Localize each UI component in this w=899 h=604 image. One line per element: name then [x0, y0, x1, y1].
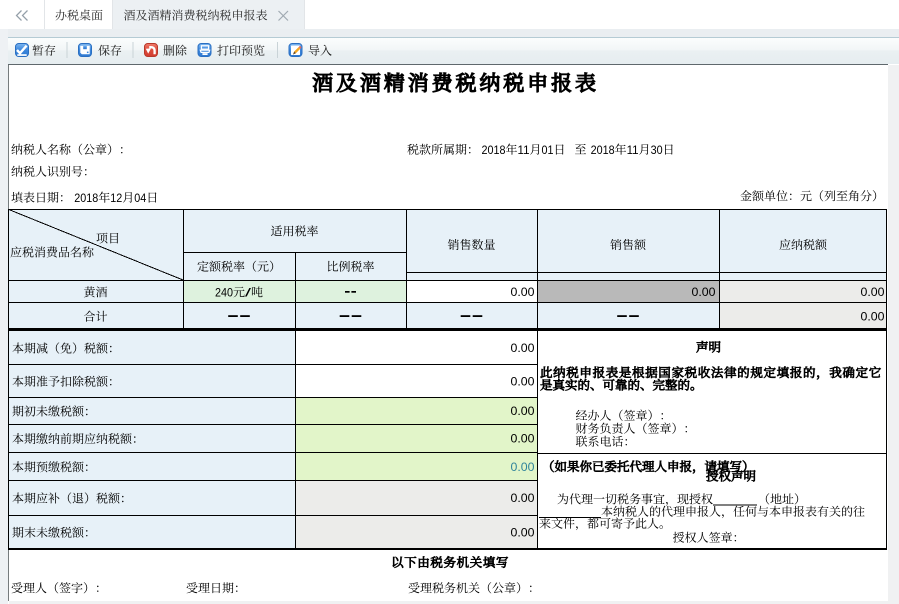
svg-text:0.00: 0.00	[511, 341, 535, 355]
svg-text:240: 240	[215, 285, 233, 299]
svg-text:04: 04	[134, 191, 146, 205]
svg-text:30: 30	[651, 143, 663, 157]
svg-text:0.00: 0.00	[511, 491, 535, 505]
svg-text:0.00: 0.00	[511, 460, 535, 474]
svg-text:0.00: 0.00	[861, 309, 885, 323]
svg-text:11: 11	[627, 143, 639, 157]
svg-text:11: 11	[518, 143, 530, 157]
svg-text:0.00: 0.00	[511, 285, 535, 299]
svg-text:12: 12	[110, 191, 122, 205]
svg-text:0.00: 0.00	[692, 285, 716, 299]
svg-text:0.00: 0.00	[861, 285, 885, 299]
svg-text:01: 01	[542, 143, 554, 157]
svg-text:0.00: 0.00	[511, 404, 535, 418]
svg-text:2018: 2018	[591, 143, 615, 157]
svg-text:2018: 2018	[482, 143, 506, 157]
svg-text:0.00: 0.00	[511, 525, 535, 539]
svg-text:0.00: 0.00	[511, 374, 535, 388]
svg-text:0.00: 0.00	[511, 432, 535, 446]
svg-text:2018: 2018	[74, 191, 98, 205]
